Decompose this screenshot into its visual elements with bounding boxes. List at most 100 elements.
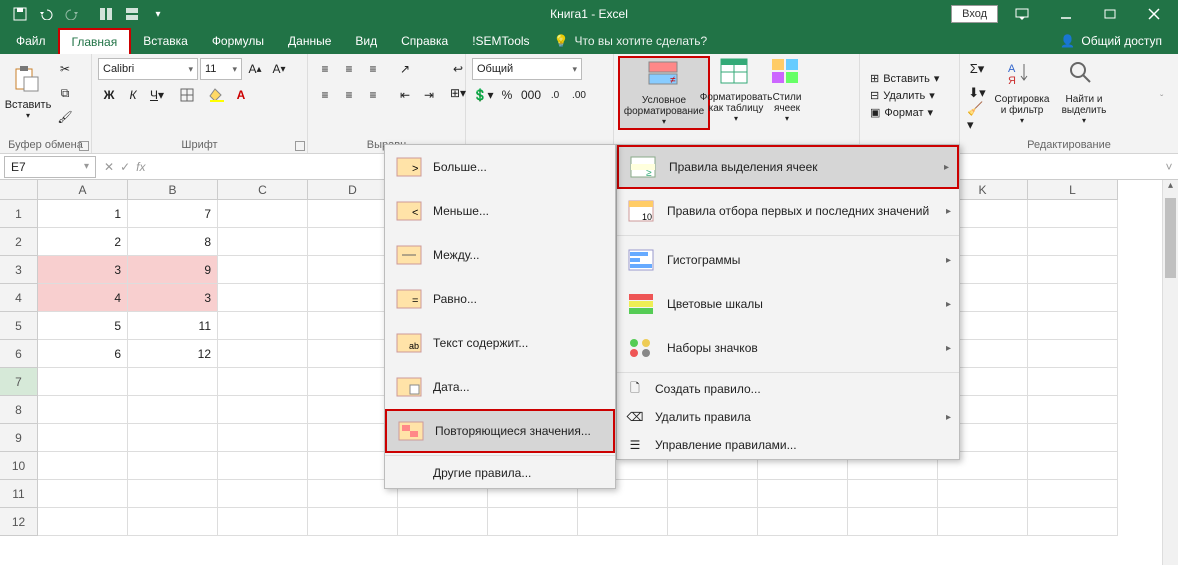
menu-icon-sets[interactable]: Наборы значков▸	[617, 326, 959, 370]
cell[interactable]: 7	[128, 200, 218, 228]
cell[interactable]	[38, 424, 128, 452]
qat-more-icon[interactable]: ▾	[146, 3, 170, 25]
share-button[interactable]: 👤 Общий доступ	[1060, 28, 1178, 54]
cell[interactable]	[38, 396, 128, 424]
rule-equal[interactable]: =Равно...	[385, 277, 615, 321]
cell[interactable]	[218, 200, 308, 228]
sort-filter-button[interactable]: AЯ Сортировка и фильтр▾	[992, 58, 1052, 126]
cell[interactable]	[1028, 508, 1118, 536]
tab-view[interactable]: Вид	[343, 28, 389, 54]
rule-date[interactable]: Дата...	[385, 365, 615, 409]
cell[interactable]: 3	[128, 284, 218, 312]
tab-insert[interactable]: Вставка	[131, 28, 200, 54]
login-button[interactable]: Вход	[951, 5, 998, 23]
dialog-launcher-icon[interactable]	[295, 141, 305, 151]
tab-file[interactable]: Файл	[4, 28, 58, 54]
row-header[interactable]: 1	[0, 200, 38, 228]
cell[interactable]	[218, 396, 308, 424]
cell[interactable]: 12	[128, 340, 218, 368]
cell[interactable]	[1028, 368, 1118, 396]
fx-icon[interactable]: fx	[136, 160, 145, 174]
menu-highlight-cells[interactable]: ≥Правила выделения ячеек▸	[617, 145, 959, 189]
row-header[interactable]: 6	[0, 340, 38, 368]
cell[interactable]	[1028, 200, 1118, 228]
copy-icon[interactable]: ⧉	[54, 82, 76, 104]
scroll-thumb[interactable]	[1165, 198, 1176, 278]
find-select-button[interactable]: Найти и выделить▾	[1056, 58, 1112, 126]
cell[interactable]	[218, 312, 308, 340]
row-header[interactable]: 7	[0, 368, 38, 396]
row-header[interactable]: 8	[0, 396, 38, 424]
align-top-icon[interactable]: ≡	[314, 58, 336, 80]
menu-data-bars[interactable]: Гистограммы▸	[617, 238, 959, 282]
column-header[interactable]: A	[38, 180, 128, 200]
cell[interactable]: 8	[128, 228, 218, 256]
number-format-combo[interactable]: Общий▾	[472, 58, 582, 80]
row-header[interactable]: 11	[0, 480, 38, 508]
cell[interactable]	[1028, 340, 1118, 368]
column-header[interactable]: C	[218, 180, 308, 200]
inc-decimal-icon[interactable]: .0	[544, 84, 566, 106]
cell[interactable]	[128, 480, 218, 508]
qat-icon-1[interactable]	[94, 3, 118, 25]
borders-icon[interactable]	[176, 84, 198, 106]
align-left-icon[interactable]: ≡	[314, 84, 336, 106]
cell[interactable]	[848, 480, 938, 508]
cell[interactable]	[1028, 228, 1118, 256]
redo-icon[interactable]	[60, 3, 84, 25]
cell[interactable]	[488, 508, 578, 536]
cell[interactable]	[218, 228, 308, 256]
cell[interactable]	[38, 452, 128, 480]
italic-button[interactable]: К	[122, 84, 144, 106]
autosum-icon[interactable]: Σ▾	[966, 58, 988, 80]
clear-icon[interactable]: 🧹▾	[966, 106, 988, 128]
cell[interactable]: 11	[128, 312, 218, 340]
row-header[interactable]: 2	[0, 228, 38, 256]
comma-icon[interactable]: 000	[520, 84, 542, 106]
qat-icon-2[interactable]	[120, 3, 144, 25]
format-painter-icon[interactable]: 🖌	[54, 106, 76, 128]
paste-button[interactable]: Вставить ▾	[6, 58, 50, 126]
cell[interactable]: 5	[38, 312, 128, 340]
align-right-icon[interactable]: ≡	[362, 84, 384, 106]
menu-new-rule[interactable]: 🗋Создать правило...	[617, 375, 959, 403]
cell[interactable]	[1028, 396, 1118, 424]
cell[interactable]	[218, 340, 308, 368]
cell[interactable]	[938, 480, 1028, 508]
cell[interactable]	[218, 368, 308, 396]
cell[interactable]	[38, 368, 128, 396]
format-as-table-button[interactable]: Форматировать как таблицу▾	[714, 56, 758, 124]
maximize-icon[interactable]	[1090, 0, 1130, 28]
cell[interactable]	[128, 396, 218, 424]
cell[interactable]	[758, 480, 848, 508]
cell[interactable]	[938, 508, 1028, 536]
cell[interactable]	[38, 508, 128, 536]
tab-data[interactable]: Данные	[276, 28, 343, 54]
close-icon[interactable]	[1134, 0, 1174, 28]
menu-color-scales[interactable]: Цветовые шкалы▸	[617, 282, 959, 326]
align-center-icon[interactable]: ≡	[338, 84, 360, 106]
expand-formula-icon[interactable]: ˅	[1160, 160, 1178, 174]
collapse-ribbon-icon[interactable]: ˇ	[1160, 94, 1174, 108]
cell[interactable]	[218, 256, 308, 284]
indent-dec-icon[interactable]: ⇤	[394, 84, 416, 106]
tab-formulas[interactable]: Формулы	[200, 28, 276, 54]
dec-decimal-icon[interactable]: .00	[568, 84, 590, 106]
cell[interactable]	[758, 508, 848, 536]
cell[interactable]	[1028, 256, 1118, 284]
bold-button[interactable]: Ж	[98, 84, 120, 106]
name-box[interactable]: E7▾	[4, 156, 96, 178]
cell[interactable]: 6	[38, 340, 128, 368]
cell[interactable]: 9	[128, 256, 218, 284]
row-header[interactable]: 5	[0, 312, 38, 340]
cell[interactable]	[668, 508, 758, 536]
row-header[interactable]: 10	[0, 452, 38, 480]
font-color-icon[interactable]: A	[230, 84, 252, 106]
tab-help[interactable]: Справка	[389, 28, 460, 54]
minimize-icon[interactable]	[1046, 0, 1086, 28]
vertical-scrollbar[interactable]: ▴	[1162, 180, 1178, 565]
fill-color-icon[interactable]	[206, 84, 228, 106]
percent-icon[interactable]: %	[496, 84, 518, 106]
scroll-up-icon[interactable]: ▴	[1163, 180, 1178, 196]
row-header[interactable]: 12	[0, 508, 38, 536]
